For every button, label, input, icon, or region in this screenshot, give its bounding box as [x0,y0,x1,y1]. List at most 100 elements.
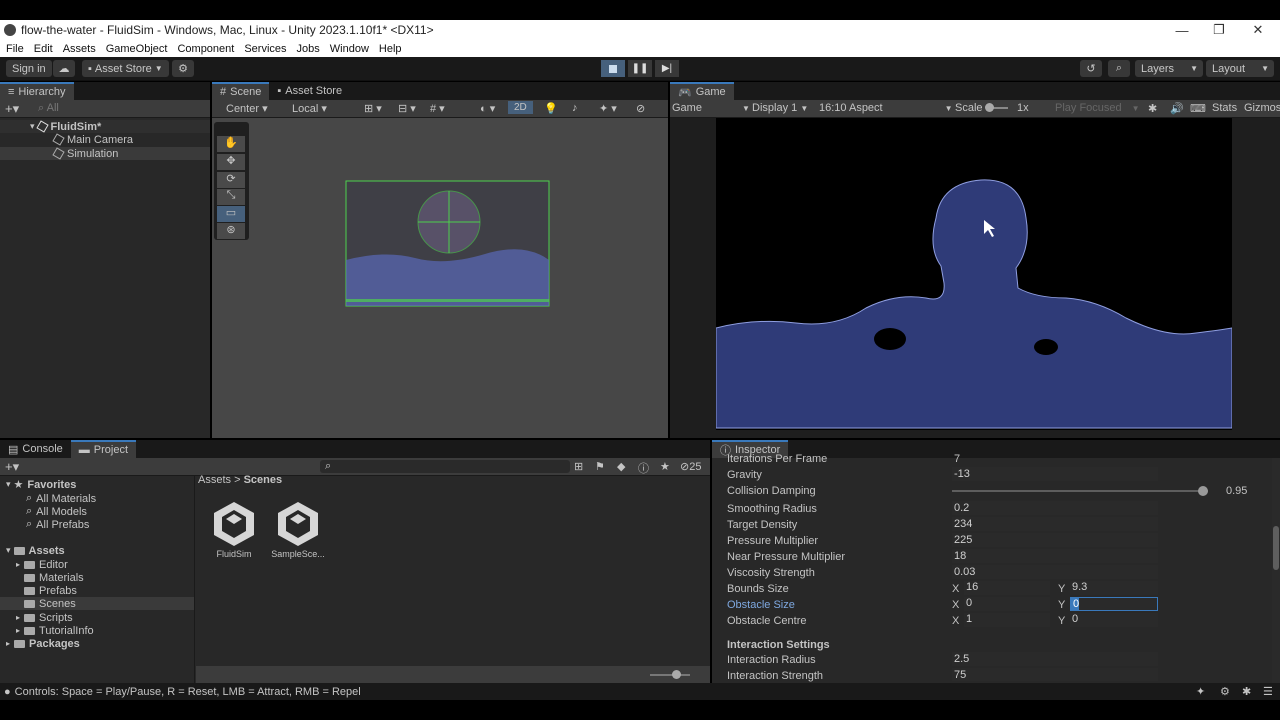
project-search-input[interactable]: ⌕ [320,460,570,473]
menu-window[interactable]: Window [330,43,369,55]
list-item[interactable]: Main Camera [0,133,210,146]
transform-tool-icon[interactable]: ⊛ [217,223,245,239]
scene-file[interactable]: FluidSim [208,500,260,559]
icon-size-slider-thumb[interactable] [672,670,681,679]
list-item[interactable]: ⌕ All Prefabs [0,518,194,531]
search-icon[interactable]: ⌕ [1108,60,1130,77]
game-viewport[interactable] [716,118,1232,430]
viscosity-field[interactable]: 0.03 [952,565,1158,579]
hidden-packages-toggle[interactable]: ⊘25 [680,460,701,473]
performance-icon[interactable]: ⚙ [1220,685,1230,698]
move-tool-icon[interactable]: ✥ [217,154,245,170]
increment-snap-icon[interactable]: ⊟ ▾ [398,102,416,115]
collision-damping-value[interactable]: 0.95 [1226,485,1247,497]
scrollbar-thumb[interactable] [1273,526,1279,570]
menu-component[interactable]: Component [177,43,234,55]
pressure-field[interactable]: 225 [952,533,1158,547]
prop-iterations-value[interactable]: 7 [954,453,960,465]
play-button[interactable] [601,60,625,77]
scene-simulation-preview[interactable] [345,180,551,308]
assets-header[interactable]: ▾ Assets [0,544,194,557]
list-item[interactable]: ▸Scenes [0,597,194,610]
inspector-scrollbar[interactable] [1272,458,1280,683]
tab-scene[interactable]: # Scene [212,82,270,100]
audio-icon[interactable]: ♪ [572,102,578,114]
layers-dropdown[interactable]: Layers ▼ [1135,60,1203,77]
play-focused-dropdown[interactable]: Play Focused ▼ [1055,102,1140,114]
obstacle-centre-x-field[interactable]: 1 [964,613,1050,627]
step-button[interactable]: ▶| [655,60,679,77]
tab-console[interactable]: ▤ Console [0,440,71,458]
menu-help[interactable]: Help [379,43,402,55]
sign-in-button[interactable]: Sign in [6,60,52,77]
bounds-x-field[interactable]: 16 [964,581,1050,595]
list-item[interactable]: ▸ Scripts [0,611,194,624]
list-item[interactable]: ▸ TutorialInfo [0,624,194,637]
list-item[interactable]: ▸Materials [0,571,194,584]
search-by-type-icon[interactable]: ⊞ [574,460,583,473]
bounds-y-field[interactable]: 9.3 [1070,581,1158,595]
rotate-tool-icon[interactable]: ⟳ [217,172,245,188]
close-icon[interactable]: ✕ [1238,20,1278,40]
list-item[interactable]: ▸ Editor [0,558,194,571]
near-pressure-field[interactable]: 18 [952,549,1158,563]
shading-icon[interactable]: ◐ ▾ [480,102,495,115]
2d-toggle-button[interactable]: 2D [508,101,533,114]
menu-services[interactable]: Services [244,43,286,55]
menu-gameobject[interactable]: GameObject [106,43,168,55]
gizmos-button[interactable]: Gizmos [1244,102,1280,114]
packages-header[interactable]: ▸ Packages [0,637,194,650]
layout-dropdown[interactable]: Layout ▼ [1206,60,1274,77]
list-item[interactable]: ▸Prefabs [0,584,194,597]
debug-icon[interactable]: ✱ [1242,685,1251,698]
aspect-dropdown[interactable]: 16:10 Aspect ▼ [819,102,953,114]
list-item[interactable]: ⌕ All Models [0,505,194,518]
cloud-icon[interactable]: ☁ [53,60,75,77]
menu-file[interactable]: File [6,43,24,55]
snap-icon[interactable]: ⊞ ▾ [364,102,382,115]
interaction-strength-field[interactable]: 75 [952,668,1158,681]
scale-slider-thumb[interactable] [985,103,994,112]
search-by-label-icon[interactable]: ⚑ [595,460,605,473]
lighting-icon[interactable]: 💡 [544,102,558,115]
hidden-objects-icon[interactable]: ⊘ [636,102,645,115]
list-item[interactable]: Simulation [0,147,210,160]
menu-edit[interactable]: Edit [34,43,53,55]
search-input[interactable]: ⌕ All [38,102,59,115]
pause-button[interactable]: ❚❚ [628,60,652,77]
target-density-field[interactable]: 234 [952,517,1158,531]
settings-icon[interactable]: ⚙ [172,60,194,77]
interaction-radius-field[interactable]: 2.5 [952,652,1158,666]
stats-button[interactable]: Stats [1212,102,1237,114]
info-icon[interactable]: ⓘ [638,460,649,476]
scene-row[interactable]: ▾ FluidSim* [0,120,210,133]
smoothing-field[interactable]: 0.2 [952,501,1158,515]
icon-size-slider[interactable] [650,674,690,676]
maximize-icon[interactable]: ❐ [1199,20,1239,40]
list-item[interactable]: ⌕ All Materials [0,492,194,505]
minimize-icon[interactable]: — [1162,20,1202,40]
rect-tool-icon[interactable]: ▭ [217,206,245,222]
tab-asset-store[interactable]: ▪ Asset Store [269,82,350,100]
display-mode-dropdown[interactable]: Game ▼ [672,102,750,114]
hand-tool-icon[interactable]: ✋ [217,136,245,152]
breadcrumb-assets[interactable]: Assets [198,474,231,486]
mute-audio-icon[interactable]: 🔊 [1170,102,1184,115]
bug-icon[interactable]: ✱ [1148,102,1157,115]
gravity-field[interactable]: -13 [952,467,1158,481]
favorites-header[interactable]: ▾ ★ Favorites [0,478,194,492]
tab-game[interactable]: 🎮 Game [670,82,734,100]
asset-store-button[interactable]: ▪ Asset Store ▼ [82,60,169,77]
add-icon[interactable]: +▾ [5,101,19,117]
tag-icon[interactable]: ◆ [617,460,625,473]
grid-toggle-icon[interactable]: # ▾ [430,102,445,115]
obstacle-size-y-field[interactable]: 0 [1070,597,1158,611]
tab-project[interactable]: ▬ Project [70,440,137,458]
collab-icon[interactable]: ✦ [1196,685,1205,698]
favorite-icon[interactable]: ★ [660,460,670,473]
scene-file[interactable]: SampleSce... [270,500,326,559]
menu-jobs[interactable]: Jobs [297,43,320,55]
keyboard-icon[interactable]: ⌨ [1190,102,1206,115]
progress-icon[interactable]: ☰ [1263,685,1273,698]
menu-assets[interactable]: Assets [63,43,96,55]
